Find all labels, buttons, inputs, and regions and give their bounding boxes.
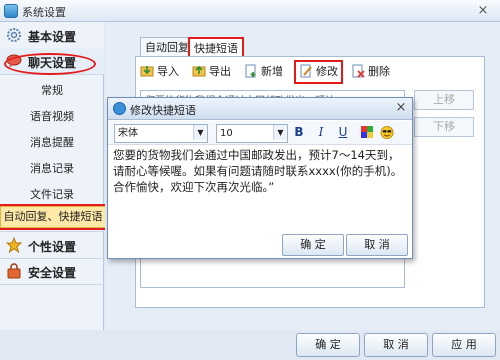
- sidebar-item-message-history[interactable]: 消息记录: [0, 158, 104, 180]
- tab-auto-reply[interactable]: 自动回复: [140, 37, 194, 58]
- apply-button[interactable]: 应 用: [432, 333, 496, 357]
- chevron-down-icon: ▼: [273, 125, 287, 140]
- sidebar-section-label: 基本设置: [28, 30, 77, 44]
- dialog-cancel-button[interactable]: 取 消: [346, 234, 408, 256]
- chevron-down-icon: ▼: [193, 125, 207, 140]
- sidebar-section-label: 安全设置: [28, 266, 77, 280]
- dialog-close-button[interactable]: ×: [394, 101, 408, 115]
- move-down-button[interactable]: 下移: [414, 117, 474, 137]
- import-icon: [140, 66, 154, 77]
- sidebar-item-voice-video[interactable]: 语音视频: [0, 106, 104, 128]
- add-button[interactable]: 新增: [244, 62, 283, 82]
- font-size-select[interactable]: 10 ▼: [216, 124, 288, 143]
- highlight-oval: [4, 53, 96, 75]
- delete-button[interactable]: 删除: [351, 62, 390, 82]
- sidebar-section-label: 个性设置: [28, 240, 77, 254]
- phrase-text-area[interactable]: 您要的货物我们会通过中国邮政发出，预计7～14天到，请耐心等候喔。如果有问题请随…: [108, 145, 412, 231]
- dialog-ok-button[interactable]: 确 定: [282, 234, 344, 256]
- add-label: 新增: [261, 65, 283, 78]
- bold-button[interactable]: B: [292, 125, 306, 140]
- move-up-button[interactable]: 上移: [414, 90, 474, 110]
- import-button[interactable]: 导入: [140, 62, 179, 82]
- dialog-title-bar: 修改快捷短语 ×: [108, 98, 412, 120]
- sidebar-item-auto-reply[interactable]: 自动回复、快捷短语: [0, 204, 108, 230]
- emoji-icon[interactable]: [380, 125, 394, 140]
- dialog-title: 修改快捷短语: [130, 104, 196, 117]
- add-icon: [245, 64, 256, 78]
- size-value: 10: [220, 128, 233, 139]
- edit-button[interactable]: 修改: [294, 60, 343, 84]
- font-select[interactable]: 宋体 ▼: [114, 124, 208, 143]
- edit-phrase-dialog: 修改快捷短语 × 宋体 ▼ 10 ▼ B I U 您要的货物我们会通过中国邮政发…: [107, 97, 413, 259]
- qq-penguin-icon: [113, 102, 126, 115]
- delete-label: 删除: [368, 65, 390, 78]
- export-icon: [192, 65, 206, 77]
- italic-button[interactable]: I: [314, 125, 328, 140]
- underline-button[interactable]: U: [336, 125, 350, 140]
- app-icon: [4, 4, 18, 18]
- format-toolbar: 宋体 ▼ 10 ▼ B I U: [108, 121, 412, 145]
- sidebar-section-basic[interactable]: 基本设置: [0, 22, 104, 49]
- gear-icon: [7, 28, 21, 42]
- toolbar: 导入 导出 新增 修改 删除: [136, 60, 484, 84]
- import-label: 导入: [157, 65, 179, 78]
- sidebar-item-message-alert[interactable]: 消息提醒: [0, 132, 104, 154]
- sidebar-section-security[interactable]: 安全设置: [0, 258, 104, 285]
- lock-icon: [7, 263, 21, 279]
- ok-button[interactable]: 确 定: [296, 333, 360, 357]
- export-button[interactable]: 导出: [192, 62, 231, 82]
- star-icon: [6, 237, 22, 253]
- sidebar-section-personal[interactable]: 个性设置: [0, 231, 104, 259]
- cancel-button[interactable]: 取 消: [364, 333, 428, 357]
- sidebar-item-general[interactable]: 常规: [0, 80, 104, 102]
- sidebar-item-file-history[interactable]: 文件记录: [0, 184, 104, 206]
- title-bar: 系统设置 ×: [0, 0, 500, 22]
- window-close-button[interactable]: ×: [474, 3, 492, 19]
- edit-icon: [300, 64, 312, 78]
- window-title: 系统设置: [22, 6, 66, 19]
- tab-strip: 自动回复 快捷短语: [140, 37, 480, 61]
- edit-label: 修改: [316, 65, 338, 78]
- color-palette-icon[interactable]: [360, 125, 374, 140]
- export-label: 导出: [209, 65, 231, 78]
- delete-icon: [352, 64, 365, 78]
- font-value: 宋体: [118, 128, 138, 139]
